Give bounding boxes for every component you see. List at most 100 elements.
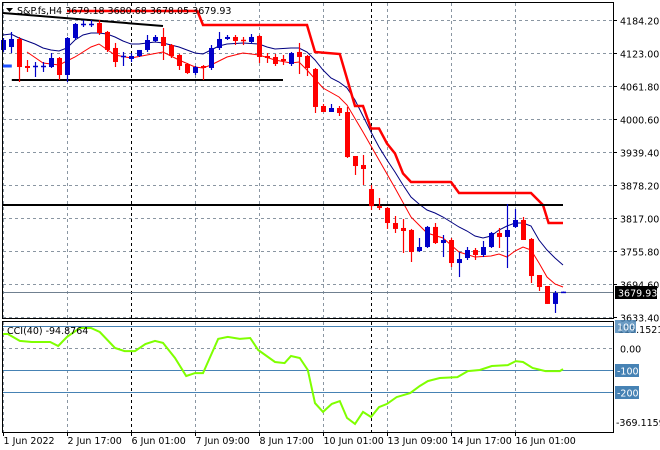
candle-body xyxy=(393,223,398,229)
candle xyxy=(169,43,174,59)
candle xyxy=(409,228,414,262)
candle-body xyxy=(513,219,518,227)
candle xyxy=(265,53,270,63)
candle xyxy=(321,104,326,112)
candles xyxy=(1,20,566,313)
candle-body xyxy=(401,227,406,231)
candle-body xyxy=(321,106,326,112)
candle-body xyxy=(73,23,78,39)
candle xyxy=(313,67,318,114)
candle-body xyxy=(233,36,238,41)
candle-body xyxy=(49,58,54,68)
candle-body xyxy=(553,293,558,304)
symbol-title: S&P.fs,H4 3679.18 3680.68 3678.05 3679.9… xyxy=(17,6,231,17)
candle xyxy=(145,34,150,52)
candle-body xyxy=(441,240,446,244)
candle xyxy=(281,54,286,66)
candle xyxy=(249,34,254,44)
candle-body xyxy=(153,36,158,41)
candle xyxy=(137,49,142,57)
candle xyxy=(97,20,102,35)
candle xyxy=(425,225,430,248)
candle xyxy=(1,38,6,52)
cci-level-label: -200 xyxy=(617,389,639,400)
candle-body xyxy=(129,56,134,59)
candle-body xyxy=(465,250,470,259)
candle-body xyxy=(433,226,438,244)
candle xyxy=(225,34,230,41)
candle xyxy=(105,31,110,52)
candle-body xyxy=(337,108,342,114)
candle-body xyxy=(17,38,22,68)
candle xyxy=(81,20,86,28)
candle xyxy=(337,106,342,116)
candle-body xyxy=(529,238,534,277)
candle-body xyxy=(377,206,382,208)
candle-body xyxy=(361,164,366,169)
price-tick-label: 4184.20 xyxy=(620,17,659,28)
candle xyxy=(401,219,406,253)
candle-body xyxy=(217,38,222,48)
axes: 4184.20 4123.00 4061.80 4000.60 3939.40 3878.… xyxy=(3,17,660,447)
candle-body xyxy=(145,40,150,50)
candle xyxy=(465,247,470,261)
candle-body xyxy=(9,38,14,48)
time-tick-label: 16 Jun 01:00 xyxy=(516,436,576,447)
candle-body xyxy=(257,36,262,57)
candle xyxy=(129,53,134,63)
candle-body xyxy=(249,36,254,42)
candle-body xyxy=(521,219,526,240)
time-tick-label: 14 Jun 17:00 xyxy=(452,436,512,447)
candle xyxy=(289,51,294,66)
candle xyxy=(537,274,542,292)
candle-body xyxy=(209,47,214,68)
time-tick-label: 7 Jun 09:00 xyxy=(196,436,250,447)
candle-body xyxy=(25,65,30,68)
cci-panel-border xyxy=(2,321,614,433)
candle xyxy=(257,34,262,63)
candle xyxy=(241,36,246,46)
candle-body xyxy=(329,108,334,112)
price-tick-label: 3817.00 xyxy=(620,215,659,226)
candle xyxy=(17,36,22,83)
candle-body xyxy=(137,49,142,57)
price-tick-label: 4123.00 xyxy=(620,50,659,61)
chart-menu-triangle-icon[interactable] xyxy=(6,8,13,12)
candle-body xyxy=(65,38,70,75)
trading-chart[interactable]: 4184.20 4123.00 4061.80 4000.60 3939.40 3878.… xyxy=(0,0,660,450)
main-panel-border xyxy=(2,2,614,319)
candle xyxy=(113,42,118,68)
candle xyxy=(473,247,478,261)
candle xyxy=(369,185,374,211)
candle-body xyxy=(369,188,374,207)
candle xyxy=(121,51,126,66)
candle-body xyxy=(169,45,174,57)
candle-body xyxy=(505,229,510,237)
cci-level-label: -100 xyxy=(617,367,639,378)
candle xyxy=(489,231,494,248)
time-tick-label: 6 Jun 01:00 xyxy=(132,436,186,447)
time-tick-label: 1 Jun 2022 xyxy=(4,436,55,447)
cci-line xyxy=(3,327,564,426)
candle-body xyxy=(457,259,462,264)
candle-body xyxy=(385,207,390,224)
candle-body xyxy=(537,274,542,288)
candle-body xyxy=(161,36,166,46)
candle xyxy=(193,65,198,75)
candle-body xyxy=(545,285,550,304)
candle xyxy=(25,60,30,72)
candle-body xyxy=(409,229,414,253)
candle xyxy=(185,62,190,75)
candle-body xyxy=(225,36,230,39)
candle-body xyxy=(473,250,478,255)
price-tick-label: 3755.80 xyxy=(620,248,659,259)
price-tick-label: 3878.20 xyxy=(620,182,659,193)
cci-panel xyxy=(3,326,613,426)
candle xyxy=(329,104,334,112)
time-tick-label: 10 Jun 01:00 xyxy=(324,436,384,447)
candle xyxy=(561,291,566,294)
candle-body xyxy=(313,69,318,107)
candle xyxy=(505,203,510,269)
candle-body xyxy=(273,56,278,64)
current-price-label: 3679.93 xyxy=(618,289,657,300)
